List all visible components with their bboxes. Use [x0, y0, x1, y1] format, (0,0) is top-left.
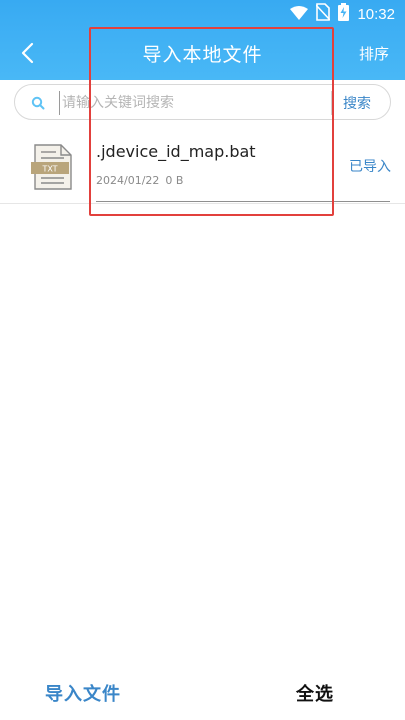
battery-charging-icon	[338, 3, 350, 25]
status-time: 10:32	[357, 5, 395, 23]
file-name: .jdevice_id_map.bat	[96, 142, 256, 161]
file-meta: 2024/01/22 0 B	[96, 174, 183, 187]
file-row-underline	[96, 201, 390, 202]
search-input[interactable]	[59, 91, 329, 115]
imported-status-badge: 已导入	[349, 159, 391, 175]
search-divider	[331, 91, 332, 115]
page-title: 导入本地文件	[142, 44, 263, 66]
bottom-bar: 导入文件 全选	[0, 668, 405, 720]
no-sim-icon	[315, 3, 332, 25]
search-bar: 搜索	[14, 84, 391, 120]
title-bar: 导入本地文件 排序	[0, 28, 405, 80]
txt-file-icon: TXT	[30, 144, 74, 190]
import-files-button[interactable]: 导入文件	[45, 680, 121, 706]
status-icons: 10:32	[290, 3, 395, 25]
import-local-files-screen: 10:32 导入本地文件 排序 搜索	[0, 0, 405, 720]
txt-file-label: TXT	[41, 165, 57, 174]
wifi-icon	[290, 5, 309, 24]
header: 10:32 导入本地文件 排序	[0, 0, 405, 80]
select-all-button[interactable]: 全选	[296, 680, 334, 706]
file-date: 2024/01/22	[96, 174, 160, 187]
status-bar: 10:32	[0, 0, 405, 28]
search-icon	[31, 95, 45, 110]
file-size: 0 B	[165, 174, 184, 187]
file-list-item[interactable]: TXT .jdevice_id_map.bat 2024/01/22 0 B 已导…	[0, 128, 405, 204]
sort-button[interactable]: 排序	[359, 43, 389, 64]
search-button[interactable]: 搜索	[343, 93, 371, 113]
